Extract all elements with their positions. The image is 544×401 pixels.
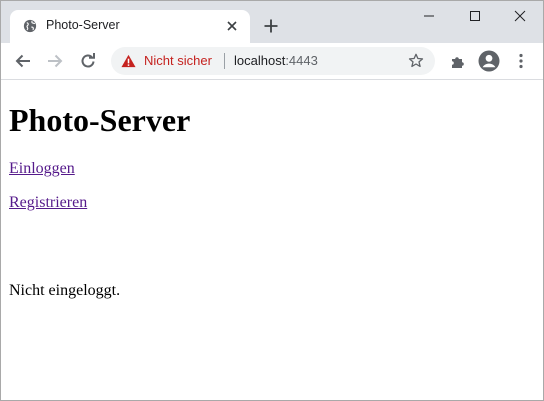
globe-icon (23, 19, 37, 33)
register-link[interactable]: Registrieren (9, 194, 87, 212)
puzzle-icon[interactable] (446, 49, 470, 73)
browser-toolbar: Nicht sicher localhost:4443 (1, 43, 543, 80)
page-title: Photo-Server (9, 102, 191, 138)
url-port: :4443 (285, 53, 318, 68)
tab-strip: Photo-Server (1, 1, 543, 43)
login-status-text: Nicht eingeloggt. (9, 282, 121, 299)
security-label[interactable]: Nicht sicher (144, 53, 212, 68)
login-link[interactable]: Einloggen (9, 160, 75, 178)
page-content: Photo-Server Einloggen Registrieren Nich… (1, 80, 543, 400)
new-tab-plus-icon[interactable] (261, 16, 281, 36)
tab-photo-server[interactable]: Photo-Server (10, 10, 250, 43)
star-icon[interactable] (408, 53, 424, 69)
arrow-right-icon[interactable] (43, 49, 67, 73)
account-icon[interactable] (477, 49, 501, 73)
reload-icon[interactable] (76, 49, 100, 73)
tab-title: Photo-Server (46, 18, 120, 32)
address-bar[interactable]: Nicht sicher localhost:4443 (111, 47, 435, 75)
arrow-left-icon[interactable] (11, 49, 35, 73)
browser-window: Photo-Server Nicht sicher localhost:4443… (0, 0, 544, 401)
warning-triangle-icon[interactable] (121, 54, 136, 68)
minimize-icon[interactable] (406, 1, 452, 31)
close-icon[interactable] (497, 1, 543, 31)
kebab-menu-icon[interactable] (509, 49, 533, 73)
maximize-icon[interactable] (452, 1, 498, 31)
url-text[interactable]: localhost:4443 (234, 53, 318, 68)
tab-close-icon[interactable] (224, 18, 240, 34)
url-host: localhost (234, 53, 286, 68)
omnibox-divider (224, 53, 225, 69)
